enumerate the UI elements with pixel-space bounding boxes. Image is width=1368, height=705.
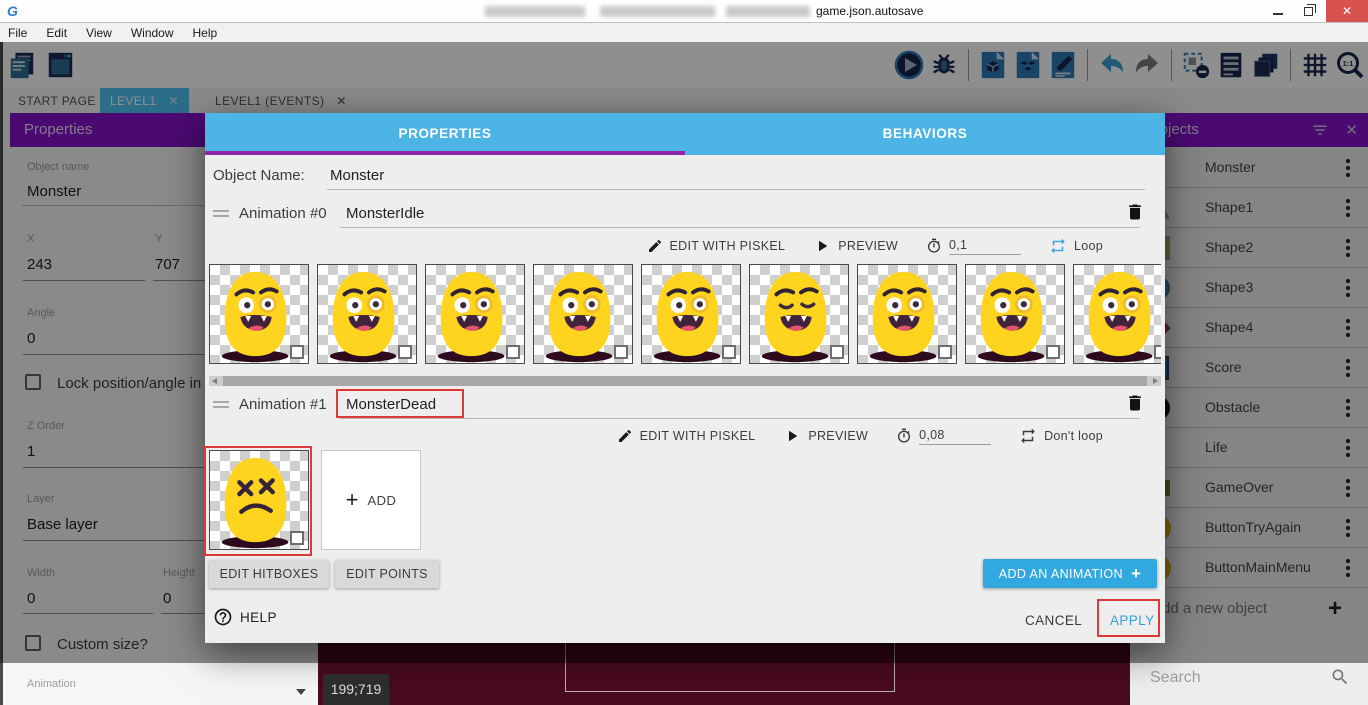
frame-checkbox[interactable] xyxy=(398,345,412,359)
time-between-frames-field[interactable]: 0,08 xyxy=(896,428,991,445)
object-editor-dialog: PROPERTIES BEHAVIORS Object Name: Monste… xyxy=(205,113,1165,643)
frame-checkbox[interactable] xyxy=(722,345,736,359)
animation1-controls: EDIT WITH PISKEL PREVIEW 0,08 Don't loop xyxy=(601,424,1103,448)
animation0-frames xyxy=(209,264,1161,366)
drag-handle-icon[interactable] xyxy=(213,210,229,220)
menu-bar: File Edit View Window Help xyxy=(0,23,1368,42)
annotation-box-dead-frame xyxy=(204,446,312,556)
close-button[interactable]: ✕ xyxy=(1326,0,1368,22)
dialog-tabs: PROPERTIES BEHAVIORS xyxy=(205,113,1165,155)
animation-frame[interactable] xyxy=(1073,264,1161,364)
animation1-label: Animation #1 xyxy=(239,396,327,413)
dialog-tab-behaviors[interactable]: BEHAVIORS xyxy=(685,113,1165,155)
add-animation-button[interactable]: ADD AN ANIMATION+ xyxy=(983,559,1157,588)
animation0-name-field[interactable]: MonsterIdle xyxy=(346,205,424,222)
redacted-title-segment xyxy=(726,6,810,17)
animation0-label: Animation #0 xyxy=(239,205,327,222)
annotation-box-monsterdead xyxy=(336,389,464,418)
animation0-controls: EDIT WITH PISKEL PREVIEW 0,1 Loop xyxy=(631,234,1103,258)
scroll-left-icon[interactable] xyxy=(212,378,217,384)
animation-frame[interactable] xyxy=(425,264,525,364)
frame-checkbox[interactable] xyxy=(506,345,520,359)
redacted-title-segment xyxy=(485,6,585,17)
restore-button[interactable] xyxy=(1293,0,1323,22)
frames-scrollbar[interactable] xyxy=(209,376,1161,386)
edit-hitboxes-button[interactable]: EDIT HITBOXES xyxy=(209,560,329,588)
drag-handle-icon[interactable] xyxy=(213,401,229,411)
dialog-tab-properties[interactable]: PROPERTIES xyxy=(205,113,685,155)
animation-frame[interactable] xyxy=(641,264,741,364)
preview-button[interactable]: PREVIEW xyxy=(783,427,868,445)
gdevelop-logo-icon: G xyxy=(7,3,23,19)
active-tab-indicator xyxy=(205,151,685,155)
menu-window[interactable]: Window xyxy=(131,26,174,40)
delete-animation1-icon[interactable] xyxy=(1125,392,1145,419)
edit-points-button[interactable]: EDIT POINTS xyxy=(335,560,439,588)
menu-help[interactable]: Help xyxy=(193,26,218,40)
time-between-frames-field[interactable]: 0,1 xyxy=(926,238,1021,255)
window-title: game.json.autosave xyxy=(816,4,923,18)
minimize-button[interactable] xyxy=(1263,0,1293,22)
edit-with-piskel-button[interactable]: EDIT WITH PISKEL xyxy=(617,428,756,444)
animation-frame[interactable] xyxy=(533,264,633,364)
menu-file[interactable]: File xyxy=(8,26,27,40)
frame-checkbox[interactable] xyxy=(830,345,844,359)
search-input[interactable]: Search xyxy=(1150,669,1201,687)
scrollbar-thumb[interactable] xyxy=(223,376,1147,386)
annotation-box-apply xyxy=(1097,599,1160,637)
object-name-label: Object Name: xyxy=(213,167,305,184)
add-frame-button[interactable]: +ADD xyxy=(321,450,421,550)
scroll-right-icon[interactable] xyxy=(1153,378,1158,384)
frame-checkbox[interactable] xyxy=(614,345,628,359)
loop-toggle[interactable]: Loop xyxy=(1049,237,1103,255)
cancel-button[interactable]: CANCEL xyxy=(1025,613,1082,628)
object-name-field[interactable]: Monster xyxy=(330,167,384,184)
animation-frame[interactable] xyxy=(965,264,1065,364)
frame-checkbox[interactable] xyxy=(1154,345,1161,359)
help-icon xyxy=(213,607,233,627)
animation-frame[interactable] xyxy=(857,264,957,364)
help-button[interactable]: HELP xyxy=(213,607,277,627)
frame-checkbox[interactable] xyxy=(938,345,952,359)
animation-frame[interactable] xyxy=(317,264,417,364)
loop-toggle[interactable]: Don't loop xyxy=(1019,427,1103,445)
frame-checkbox[interactable] xyxy=(290,345,304,359)
menu-view[interactable]: View xyxy=(86,26,112,40)
search-icon xyxy=(1330,667,1350,692)
animation-dropdown-arrow[interactable] xyxy=(296,689,306,695)
preview-button[interactable]: PREVIEW xyxy=(813,237,898,255)
delete-animation0-icon[interactable] xyxy=(1125,201,1145,228)
animation-label: Animation xyxy=(27,678,76,690)
animation-frame[interactable] xyxy=(749,264,849,364)
animation-frame[interactable] xyxy=(209,264,309,364)
edit-with-piskel-button[interactable]: EDIT WITH PISKEL xyxy=(647,238,786,254)
menu-edit[interactable]: Edit xyxy=(46,26,67,40)
cursor-coordinates: 199;719 xyxy=(323,674,389,705)
frame-checkbox[interactable] xyxy=(1046,345,1060,359)
redacted-title-segment xyxy=(600,6,715,17)
window-titlebar: G game.json.autosave ✕ xyxy=(0,0,1368,23)
